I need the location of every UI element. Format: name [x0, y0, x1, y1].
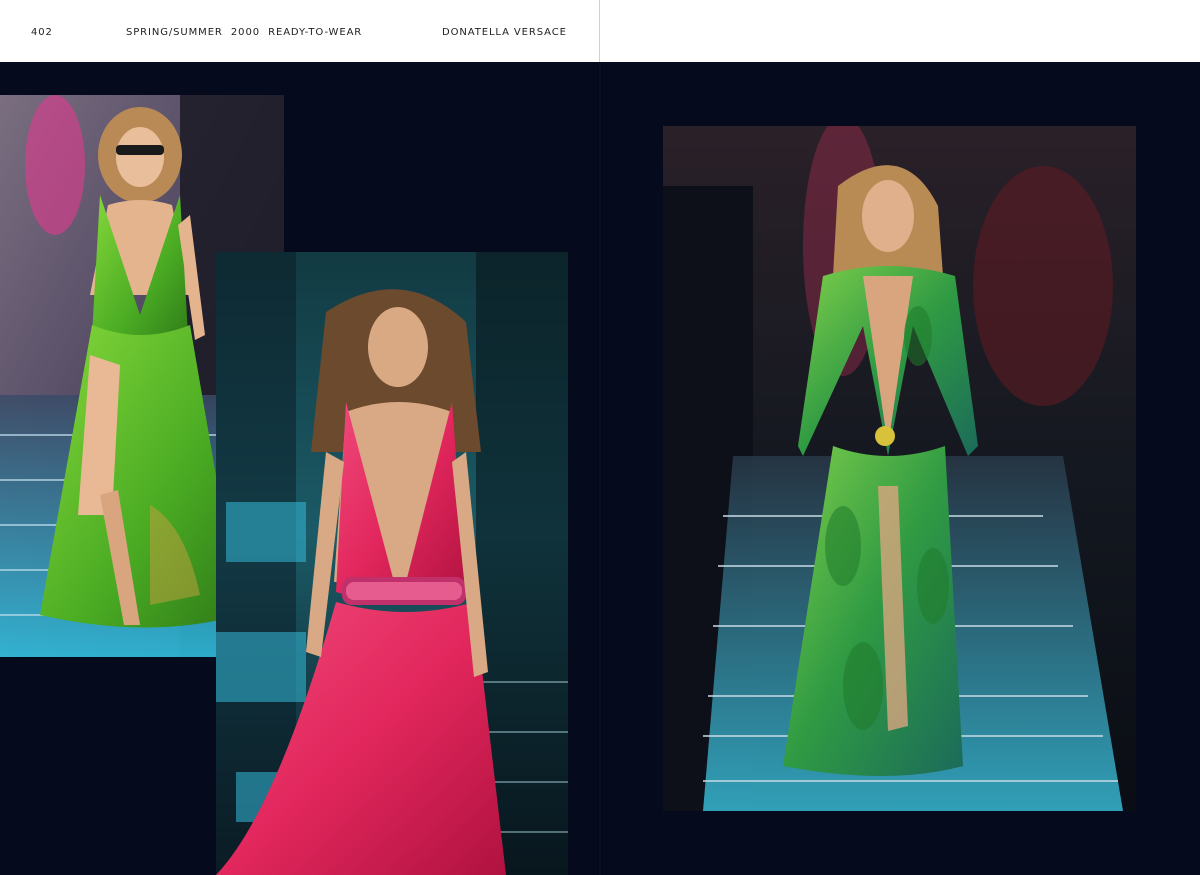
book-spine [598, 62, 602, 875]
page-number: 402 [31, 27, 53, 38]
photo-jungle-print-gown [663, 126, 1136, 811]
pink-gown-illustration [216, 252, 568, 875]
header-gutter-divider [599, 0, 600, 62]
jungle-gown-illustration [663, 126, 1136, 811]
running-header: 402 SPRING/SUMMER 2000 READY-TO-WEAR DON… [0, 0, 1200, 63]
photo-pink-chiffon-gown [216, 252, 568, 875]
designer-name: DONATELLA VERSACE [442, 27, 567, 38]
collection-title: SPRING/SUMMER 2000 READY-TO-WEAR [126, 27, 363, 38]
